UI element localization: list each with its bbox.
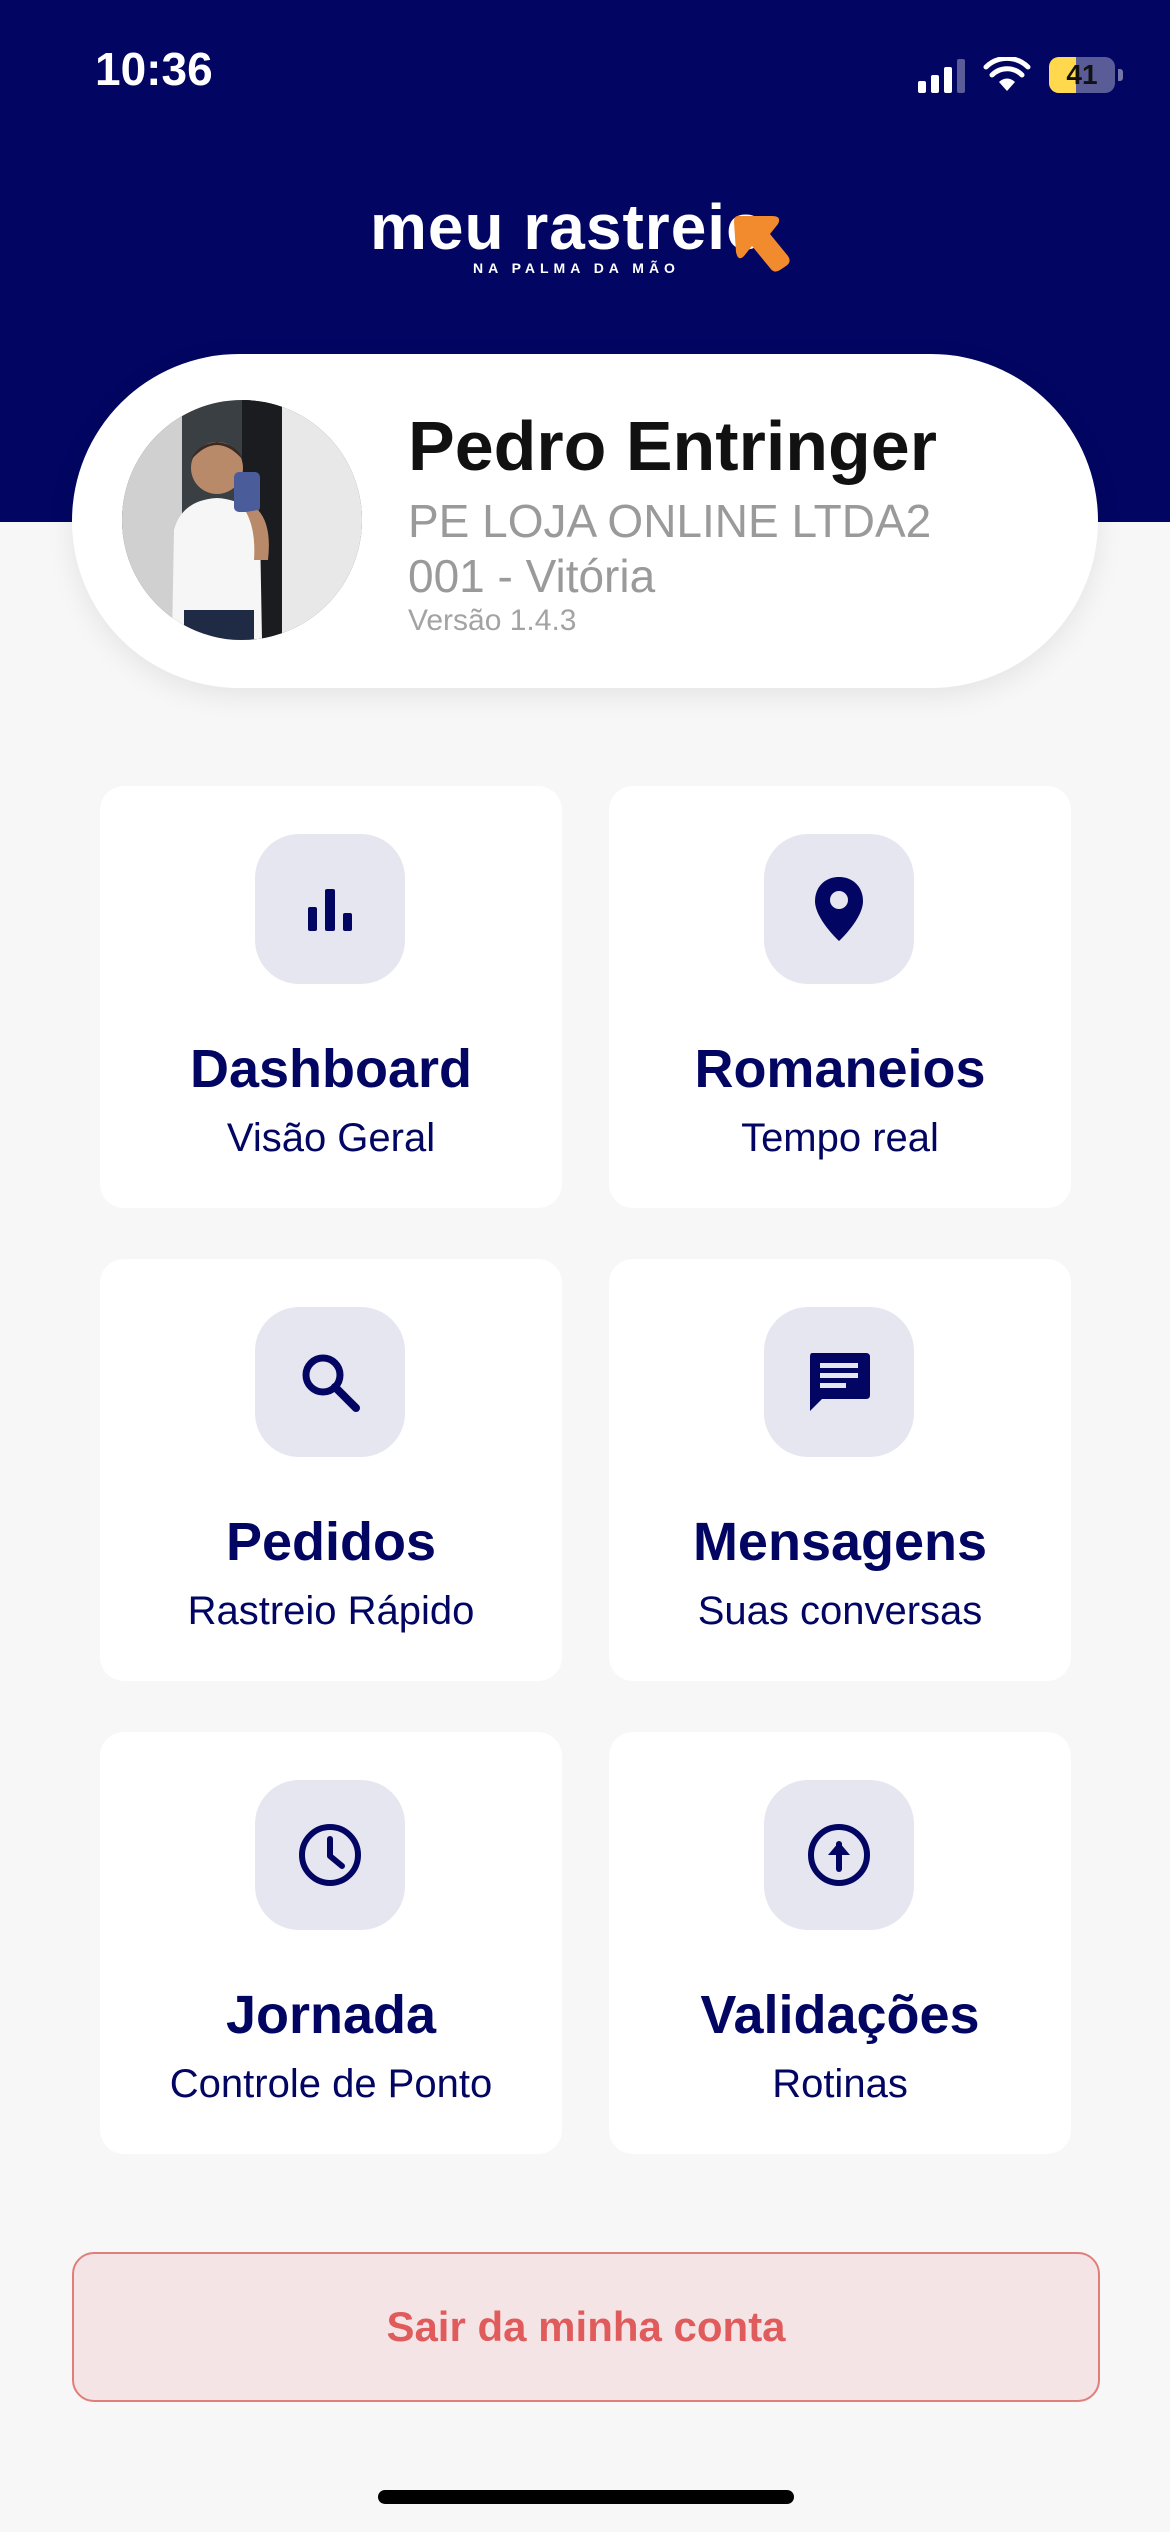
avatar bbox=[122, 400, 362, 640]
mensagens-tile[interactable]: Mensagens Suas conversas bbox=[609, 1259, 1071, 1681]
pedidos-tile[interactable]: Pedidos Rastreio Rápido bbox=[100, 1259, 562, 1681]
profile-name: Pedro Entringer bbox=[408, 407, 937, 485]
tile-title: Jornada bbox=[225, 1985, 437, 2045]
logo-text: meu rastreio bbox=[370, 191, 767, 263]
tile-subtitle: Rastreio Rápido bbox=[187, 1589, 475, 1633]
company-name: PE LOJA ONLINE LTDA2 bbox=[408, 495, 932, 547]
clock-icon bbox=[255, 1780, 405, 1930]
tile-subtitle: Rotinas bbox=[772, 2062, 908, 2106]
branch-name: 001 - Vitória bbox=[408, 550, 656, 602]
cellular-signal-icon bbox=[918, 57, 965, 93]
validacoes-tile[interactable]: Validações Rotinas bbox=[609, 1732, 1071, 2154]
tile-subtitle: Suas conversas bbox=[697, 1589, 983, 1633]
logo-subtitle: NA PALMA DA MÃO bbox=[473, 260, 680, 276]
tile-subtitle: Visão Geral bbox=[226, 1116, 436, 1160]
status-icons: 41 bbox=[918, 50, 1123, 100]
upload-arrow-icon bbox=[764, 1780, 914, 1930]
home-indicator[interactable] bbox=[378, 2490, 794, 2504]
battery-icon: 41 bbox=[1049, 57, 1123, 93]
app-logo: meu rastreio NA PALMA DA MÃO bbox=[370, 190, 800, 300]
romaneios-tile[interactable]: Romaneios Tempo real bbox=[609, 786, 1071, 1208]
battery-level: 41 bbox=[1066, 59, 1098, 90]
tile-subtitle: Controle de Ponto bbox=[169, 2062, 493, 2106]
jornada-tile[interactable]: Jornada Controle de Ponto bbox=[100, 1732, 562, 2154]
tile-title: Romaneios bbox=[694, 1039, 986, 1099]
location-pin-icon bbox=[764, 834, 914, 984]
bar-chart-icon bbox=[255, 834, 405, 984]
search-icon bbox=[255, 1307, 405, 1457]
status-time: 10:36 bbox=[95, 43, 213, 95]
tile-title: Mensagens bbox=[692, 1512, 988, 1572]
profile-card[interactable]: Pedro Entringer PE LOJA ONLINE LTDA2 001… bbox=[72, 354, 1098, 688]
tile-title: Pedidos bbox=[225, 1512, 437, 1572]
logo-arrow-icon bbox=[734, 216, 790, 272]
message-icon bbox=[764, 1307, 914, 1457]
tile-title: Dashboard bbox=[189, 1039, 473, 1099]
wifi-icon bbox=[983, 57, 1031, 91]
app-version: Versão 1.4.3 bbox=[408, 604, 577, 637]
tile-subtitle: Tempo real bbox=[741, 1116, 939, 1160]
tile-title: Validações bbox=[700, 1985, 980, 2045]
logout-button[interactable]: Sair da minha conta bbox=[72, 2252, 1100, 2402]
dashboard-tile[interactable]: Dashboard Visão Geral bbox=[100, 786, 562, 1208]
